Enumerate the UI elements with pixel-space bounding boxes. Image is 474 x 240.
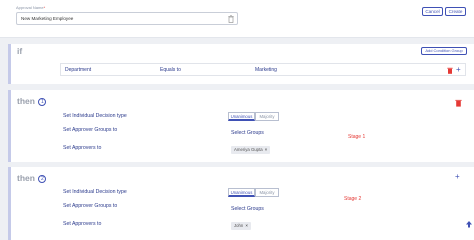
required-mark: *: [43, 5, 46, 10]
trash-icon[interactable]: [228, 15, 234, 23]
decision-type-label-1: Set Individual Decision type: [63, 113, 127, 119]
approvers-label-2: Set Approvers to: [63, 221, 102, 227]
then-keyword-2: then 2: [17, 173, 47, 183]
unanimous-option-2[interactable]: Unanimous: [228, 188, 255, 197]
approvers-label-1: Set Approvers to: [63, 145, 102, 151]
select-groups-1[interactable]: Select Groups: [231, 130, 264, 136]
condition-row: Department Equals to Marketing +: [60, 63, 466, 76]
if-keyword: if: [17, 46, 23, 56]
cancel-button[interactable]: Cancel: [422, 7, 443, 16]
approver-chip-2[interactable]: John ×: [231, 222, 251, 230]
then-keyword-1: then 1: [17, 96, 47, 106]
majority-option-1[interactable]: Majority: [255, 112, 279, 121]
approval-header: Approval Name* New Marketing Employee Ca…: [0, 0, 474, 38]
add-condition-icon[interactable]: +: [456, 65, 461, 74]
approver-groups-label-1: Set Approver Groups to: [63, 127, 118, 133]
approver-groups-label-2: Set Approver Groups to: [63, 203, 118, 209]
approval-name-value: New Marketing Employee: [21, 16, 74, 21]
condition-operator[interactable]: Equals to: [160, 67, 181, 73]
chip-remove-icon[interactable]: ×: [245, 223, 248, 228]
delete-stage-icon[interactable]: [455, 99, 462, 107]
stage-label-1: Stage 1: [348, 134, 366, 140]
scroll-up-icon[interactable]: [465, 220, 473, 230]
create-button[interactable]: Create: [445, 7, 466, 16]
stage-number-1: 1: [38, 97, 47, 106]
chip-remove-icon[interactable]: ×: [265, 147, 268, 152]
add-condition-group-button[interactable]: Add Condition Group: [421, 47, 467, 55]
condition-value[interactable]: Marketing: [255, 67, 277, 73]
approver-chip-1[interactable]: Ameriya Gupta ×: [231, 146, 271, 154]
approval-name-field[interactable]: New Marketing Employee: [16, 12, 238, 25]
approval-name-label: Approval Name*: [16, 5, 46, 10]
decision-type-label-2: Set Individual Decision type: [63, 189, 127, 195]
arrow-up-icon: [466, 221, 472, 228]
condition-field[interactable]: Department: [65, 67, 91, 73]
delete-condition-icon[interactable]: [447, 67, 453, 74]
unanimous-option-1[interactable]: Unanimous: [228, 112, 255, 121]
stage-number-2: 2: [38, 174, 47, 183]
stage-label-2: Stage 2: [344, 196, 362, 202]
select-groups-2[interactable]: Select Groups: [231, 206, 264, 212]
majority-option-2[interactable]: Majority: [255, 188, 279, 197]
add-stage-icon[interactable]: +: [455, 172, 460, 181]
